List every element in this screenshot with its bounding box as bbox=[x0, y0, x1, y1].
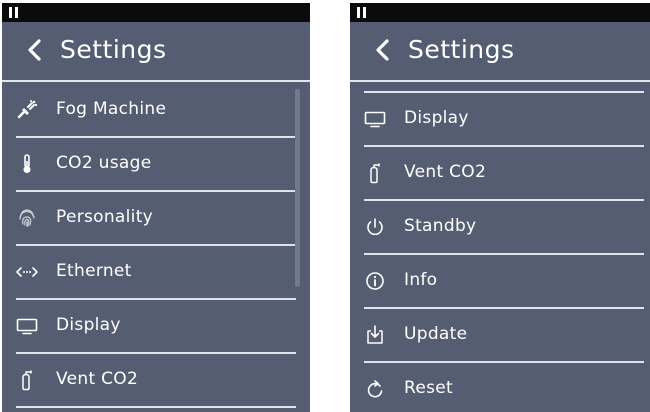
settings-screen-right: Settings Display Vent CO2 Standby Info U… bbox=[350, 3, 650, 412]
info-icon bbox=[366, 272, 384, 290]
menu-item-update[interactable]: Update bbox=[364, 309, 644, 363]
menu-item-co2-usage[interactable]: CO2 usage bbox=[16, 138, 296, 192]
reset-icon bbox=[367, 380, 383, 398]
settings-menu: Fog Machine CO2 usage Personality Ethern… bbox=[2, 84, 310, 412]
thermometer-icon bbox=[23, 154, 31, 173]
display-icon bbox=[364, 111, 386, 128]
update-icon bbox=[367, 325, 383, 344]
menu-item-fog-machine[interactable]: Fog Machine bbox=[16, 84, 296, 138]
menu-item-reset[interactable]: Reset bbox=[364, 363, 644, 412]
pause-icon bbox=[357, 7, 367, 18]
menu-item-vent-co2[interactable]: Vent CO2 bbox=[364, 147, 644, 201]
fingerprint-icon bbox=[19, 209, 35, 227]
menu-item-ethernet[interactable]: Ethernet bbox=[16, 246, 296, 300]
menu-item-label: Info bbox=[404, 270, 438, 290]
header: Settings bbox=[350, 22, 650, 80]
menu-item-label: Vent CO2 bbox=[404, 162, 487, 182]
menu-item-label: Update bbox=[404, 324, 468, 344]
menu-item-info[interactable]: Info bbox=[364, 255, 644, 309]
menu-item-label: Fog Machine bbox=[56, 99, 167, 119]
page-title: Settings bbox=[60, 35, 167, 64]
status-bar bbox=[2, 3, 310, 22]
status-bar bbox=[350, 3, 650, 22]
gas-cylinder-icon bbox=[22, 370, 32, 391]
menu-item-personality[interactable]: Personality bbox=[16, 192, 296, 246]
menu-item-label: Vent CO2 bbox=[56, 369, 139, 389]
menu-item-label: Ethernet bbox=[56, 261, 132, 281]
scrollbar[interactable] bbox=[295, 89, 300, 287]
gas-cylinder-icon bbox=[370, 163, 380, 184]
settings-menu: Display Vent CO2 Standby Info Update Res… bbox=[350, 84, 650, 412]
menu-item-display[interactable]: Display bbox=[16, 300, 296, 354]
back-chevron-icon[interactable] bbox=[27, 39, 41, 61]
menu-item-label: Display bbox=[404, 108, 469, 128]
page-title: Settings bbox=[408, 35, 515, 64]
fog-machine-icon bbox=[17, 100, 38, 119]
header-divider bbox=[350, 80, 650, 82]
menu-item-label: Personality bbox=[56, 207, 154, 227]
menu-item-vent-co2[interactable]: Vent CO2 bbox=[16, 354, 296, 408]
header-divider bbox=[2, 80, 310, 82]
menu-item-partial bbox=[364, 84, 644, 93]
menu-item-label: Standby bbox=[404, 216, 477, 236]
settings-screen-left: Settings Fog Machine CO2 usage Personali… bbox=[2, 3, 310, 412]
menu-item-label: Reset bbox=[404, 378, 453, 398]
back-chevron-icon[interactable] bbox=[375, 39, 389, 61]
pause-icon bbox=[9, 7, 19, 18]
power-icon bbox=[367, 218, 383, 236]
display-icon bbox=[16, 318, 38, 335]
menu-item-display[interactable]: Display bbox=[364, 93, 644, 147]
menu-item-label: Display bbox=[56, 315, 121, 335]
ethernet-icon bbox=[16, 267, 38, 277]
menu-item-standby[interactable]: Standby bbox=[364, 201, 644, 255]
header: Settings bbox=[2, 22, 310, 80]
menu-item-label: CO2 usage bbox=[56, 153, 152, 173]
